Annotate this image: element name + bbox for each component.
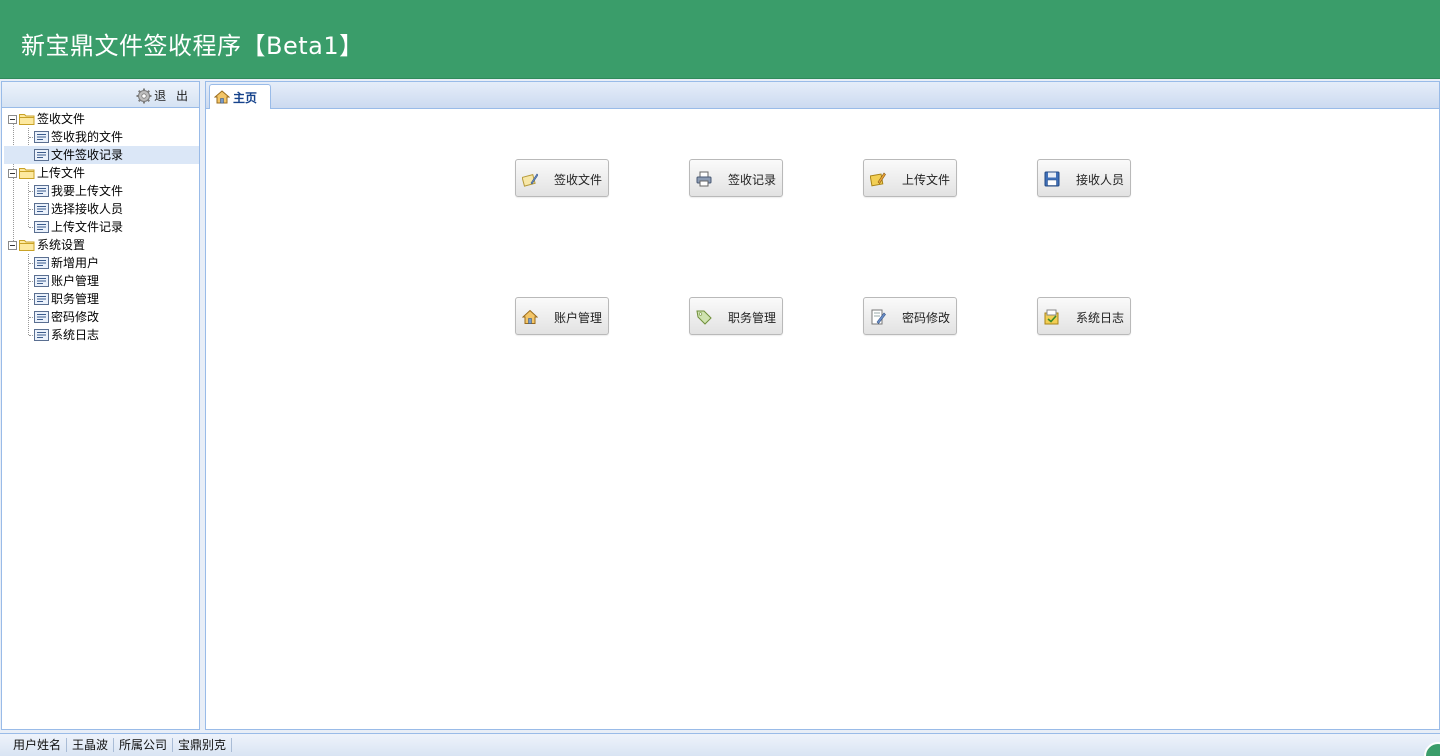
tree-item-select-receivers[interactable]: 选择接收人员 [4,200,199,218]
tree-item-label: 我要上传文件 [51,184,124,198]
list-icon [34,275,49,287]
tree-item-account-management[interactable]: 账户管理 [4,272,199,290]
upload-file-button[interactable]: 上传文件 [863,159,957,197]
company-label: 所属公司 [114,738,174,752]
collapse-toggle-icon[interactable] [8,114,17,124]
list-icon [34,311,49,323]
sign-pen-icon [522,173,538,187]
tree-folder-settings[interactable]: 系统设置 [4,236,199,254]
button-label: 系统日志 [1075,311,1124,325]
change-password-button[interactable]: 密码修改 [863,297,957,335]
tree-item-new-user[interactable]: 新增用户 [4,254,199,272]
button-label: 职务管理 [727,311,776,325]
user-name-value: 王晶波 [67,738,115,752]
list-icon [34,293,49,305]
list-icon [34,149,49,161]
edit-doc-icon [871,309,886,325]
collapse-toggle-icon[interactable] [8,240,17,250]
tree-item-label: 新增用户 [51,256,100,270]
tree-folder-sign[interactable]: 签收文件 [4,110,199,128]
main-panel: 主页 签收文件 签收记录 上传文件 接收人员 账户管理 职务管理 密码修改 系统… [205,81,1440,730]
nav-panel: 退 出 签收文件 签收我的文件 文件签收记录 上传文件 我要上传文件 选择接收人… [1,81,200,730]
save-disk-icon [1044,171,1060,187]
position-management-button[interactable]: 职务管理 [689,297,783,335]
nav-tree: 签收文件 签收我的文件 文件签收记录 上传文件 我要上传文件 选择接收人员 上传… [4,110,199,344]
logout-button[interactable]: 退 出 [136,87,191,104]
list-icon [34,221,49,233]
tree-item-upload-records[interactable]: 上传文件记录 [4,218,199,236]
folder-open-icon [19,114,35,125]
status-bar: 用户姓名 王晶波 所属公司 宝鼎别克 [0,733,1440,756]
app-header: 新宝鼎文件签收程序【Beta1】 [0,0,1440,79]
corner-badge-icon [1424,742,1440,756]
tab-label: 主页 [233,90,258,105]
tree-item-label: 签收我的文件 [51,130,124,144]
tree-folder-label: 上传文件 [37,166,86,180]
button-label: 接收人员 [1075,173,1124,187]
home-icon [214,90,230,104]
company-value: 宝鼎别克 [173,738,233,752]
account-management-button[interactable]: 账户管理 [515,297,609,335]
button-label: 签收文件 [553,173,602,187]
tree-item-label: 职务管理 [51,292,100,306]
tree-item-change-password[interactable]: 密码修改 [4,308,199,326]
nav-panel-toolbar: 退 出 [2,82,199,108]
upload-pen-icon [870,172,886,187]
tab-home[interactable]: 主页 [209,84,271,109]
tree-item-position-management[interactable]: 职务管理 [4,290,199,308]
list-icon [34,185,49,197]
logout-label: 退 出 [154,89,191,103]
sign-records-button[interactable]: 签收记录 [689,159,783,197]
folder-open-icon [19,240,35,251]
home-icon [522,309,538,324]
tree-item-label: 账户管理 [51,274,100,288]
tree-item-sign-records[interactable]: 文件签收记录 [4,146,199,164]
tree-folder-upload[interactable]: 上传文件 [4,164,199,182]
tag-icon [696,310,712,325]
button-label: 上传文件 [901,173,950,187]
gear-icon [136,88,152,103]
tree-item-sign-my-files[interactable]: 签收我的文件 [4,128,199,146]
button-label: 签收记录 [727,173,776,187]
tree-folder-label: 签收文件 [37,112,86,126]
list-icon [34,329,49,341]
tree-item-system-log[interactable]: 系统日志 [4,326,199,344]
sign-file-button[interactable]: 签收文件 [515,159,609,197]
printer-icon [696,171,712,187]
user-name-label: 用户姓名 [8,738,68,752]
tree-folder-label: 系统设置 [37,238,86,252]
system-log-button[interactable]: 系统日志 [1037,297,1131,335]
list-icon [34,131,49,143]
button-label: 密码修改 [901,311,950,325]
tree-item-label: 文件签收记录 [51,148,124,162]
collapse-toggle-icon[interactable] [8,168,17,178]
tree-item-label: 系统日志 [51,328,100,342]
log-icon [1044,309,1059,325]
app-title: 新宝鼎文件签收程序【Beta1】 [21,32,364,60]
list-icon [34,203,49,215]
tree-item-label: 密码修改 [51,310,100,324]
list-icon [34,257,49,269]
tree-item-label: 上传文件记录 [51,220,124,234]
tab-bar: 主页 [206,82,1439,109]
button-label: 账户管理 [553,311,602,325]
tree-item-label: 选择接收人员 [51,202,124,216]
folder-open-icon [19,168,35,179]
receivers-button[interactable]: 接收人员 [1037,159,1131,197]
tree-item-upload-file[interactable]: 我要上传文件 [4,182,199,200]
